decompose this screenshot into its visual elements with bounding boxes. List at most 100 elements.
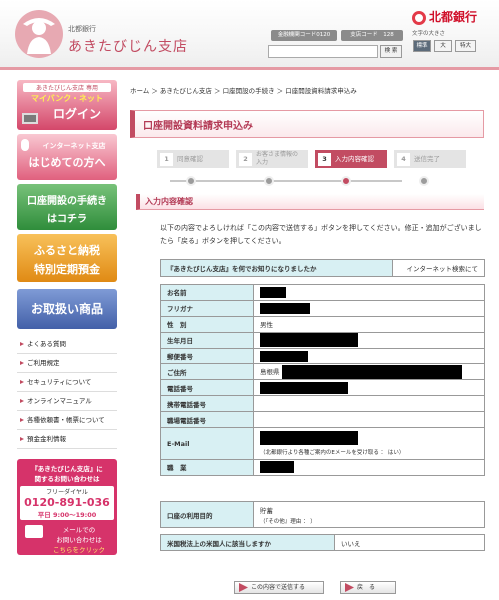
contact-phone-box: フリーダイヤル 0120-891-036 平日 9:00〜19:00 — [20, 486, 114, 520]
menu-item-security[interactable]: セキュリティについて — [17, 373, 117, 392]
menu-item-label: よくある質問 — [27, 340, 66, 348]
how-known-table: 『あきたびじん支店』を何でお知りになりましたか インターネット検索にて — [160, 259, 485, 277]
redaction — [281, 364, 462, 379]
products-banner[interactable]: お取扱い商品 — [17, 289, 117, 329]
row-label: 郵便番号 — [160, 347, 254, 365]
step-label: 同意確認 — [177, 155, 203, 163]
us-tax-label: 米国税法上の米国人に該当しますか — [160, 534, 335, 551]
hometown-line1: ふるさと納税 — [34, 244, 100, 257]
step-dot — [186, 176, 196, 186]
font-size-standard-button[interactable]: 標準 — [413, 40, 431, 52]
mouse-icon — [21, 139, 29, 151]
branch-code: 支店コード 128 — [341, 30, 403, 41]
contact-phone[interactable]: 0120-891-036 — [20, 496, 114, 509]
step-1: 1 同意確認 — [157, 150, 229, 168]
account-open-line1: 口座開設の手続き — [27, 196, 107, 207]
progress-line — [170, 180, 402, 182]
branch-logo-icon[interactable] — [15, 10, 63, 58]
menu-item-label: オンラインマニュアル — [27, 397, 92, 405]
row-label: E-Mail — [160, 427, 254, 461]
table-row: 生年月日 — [160, 331, 485, 349]
row-label: お名前 — [160, 284, 254, 301]
purpose-value-cell: 貯蓄 （『その他』理由 ： ） — [253, 501, 485, 528]
table-row: フリガナ — [160, 299, 485, 317]
step-label: お客さま情報の入力 — [256, 151, 299, 166]
font-size-xlarge-button[interactable]: 特大 — [455, 40, 476, 52]
redaction — [260, 431, 358, 446]
back-button[interactable]: 戻 る — [340, 581, 396, 594]
arrow-right-icon — [345, 583, 354, 592]
first-time-banner[interactable]: インターネット支店 はじめての方へ — [17, 134, 117, 180]
page-title: 口座開設資料請求申込み — [143, 121, 253, 132]
menu-item-label: 預金金利情報 — [27, 435, 66, 443]
menu-item-forms[interactable]: 各種依頼書・帳票について — [17, 411, 117, 430]
row-value — [253, 299, 485, 317]
breadcrumb[interactable]: ホーム ＞ あきたびじん支店 ＞ 口座開設の手続き ＞ 口座開設資料請求申込み — [130, 85, 357, 95]
email-note: （北都銀行より各種ご案内のEメールを受け取る ： はい） — [260, 450, 405, 457]
redaction — [260, 381, 348, 394]
hometown-line2: 特別定期預金 — [34, 263, 100, 276]
row-value — [253, 459, 485, 476]
font-size-large-button[interactable]: 大 — [434, 40, 452, 52]
arrow-icon — [20, 418, 24, 422]
arrow-icon — [20, 399, 24, 403]
menu-item-label: 各種依頼書・帳票について — [27, 416, 105, 424]
row-label: 電話番号 — [160, 379, 254, 397]
row-value — [253, 284, 485, 301]
row-value — [253, 347, 485, 365]
table-row: E-Mail （北都銀行より各種ご案内のEメールを受け取る ： はい） — [160, 427, 485, 461]
contact-hours: 平日 9:00〜19:00 — [37, 511, 97, 519]
us-tax-table: 米国税法上の米国人に該当しますか いいえ — [160, 534, 485, 551]
row-label: 職場電話番号 — [160, 411, 254, 429]
row-value — [253, 331, 485, 349]
redaction — [260, 350, 308, 362]
contact-title2: 関するお問い合わせは — [34, 475, 100, 483]
mail-icon — [25, 525, 43, 538]
account-open-line2: はコチラ — [47, 214, 87, 225]
contact-title1: 『あきたびじん支店』に — [31, 465, 103, 473]
sidebar-menu: よくある質問 ご利用規定 セキュリティについて オンラインマニュアル 各種依頼書… — [17, 335, 117, 449]
menu-item-faq[interactable]: よくある質問 — [17, 335, 117, 354]
account-open-banner[interactable]: 口座開設の手続き はコチラ — [17, 184, 117, 230]
search-input[interactable] — [268, 45, 378, 58]
step-4: 4 送信完了 — [394, 150, 466, 168]
contact-banner[interactable]: 『あきたびじん支店』に 関するお問い合わせは フリーダイヤル 0120-891-… — [17, 459, 117, 555]
purpose-table: 口座の利用目的 貯蓄 （『その他』理由 ： ） — [160, 501, 485, 528]
us-tax-value: いいえ — [334, 534, 485, 551]
search-button[interactable]: 検 索 — [380, 45, 402, 58]
menu-item-rates[interactable]: 預金金利情報 — [17, 430, 117, 449]
font-size-label: 文字の大きさ — [412, 31, 446, 37]
row-value: （北都銀行より各種ご案内のEメールを受け取る ： はい） — [253, 427, 485, 461]
step-number: 4 — [397, 153, 410, 166]
first-time-main-label: はじめての方へ — [28, 156, 106, 169]
row-value: 男性 — [253, 315, 485, 333]
section-title: 入力内容確認 — [145, 197, 193, 206]
row-label: 職 業 — [160, 459, 254, 476]
row-value — [253, 379, 485, 397]
step-number: 1 — [160, 153, 173, 166]
logo-bank-name: 北都銀行 — [68, 25, 96, 33]
purpose-label: 口座の利用目的 — [160, 501, 254, 528]
step-label: 入力内容確認 — [335, 155, 374, 163]
step-dot-current — [341, 176, 351, 186]
step-3: 3 入力内容確認 — [315, 150, 387, 168]
submit-button[interactable]: この内容で送信する — [234, 581, 324, 594]
menu-item-terms[interactable]: ご利用規定 — [17, 354, 117, 373]
table-row: 郵便番号 — [160, 347, 485, 365]
step-number: 3 — [318, 153, 331, 166]
address-prefecture: 島根県 — [260, 367, 280, 376]
step-dot — [264, 176, 274, 186]
mybank-login-banner[interactable]: あきたびじん支店 専用 マイバンク・ネット ログイン — [17, 80, 117, 130]
bank-brand[interactable]: 北都銀行 — [412, 8, 477, 25]
step-label: 送信完了 — [414, 155, 440, 163]
mybank-sub-label: マイバンク・ネット — [30, 94, 104, 103]
row-label: 生年月日 — [160, 331, 254, 349]
row-label: 携帯電話番号 — [160, 395, 254, 413]
menu-item-manual[interactable]: オンラインマニュアル — [17, 392, 117, 411]
logo-branch-name[interactable]: あきたびじん支店 — [68, 36, 188, 56]
hometown-tax-banner[interactable]: ふるさと納税 特別定期預金 — [17, 234, 117, 282]
row-value — [253, 395, 485, 413]
submit-button-label: この内容で送信する — [251, 584, 306, 591]
step-dot — [419, 176, 429, 186]
redaction — [260, 286, 286, 298]
